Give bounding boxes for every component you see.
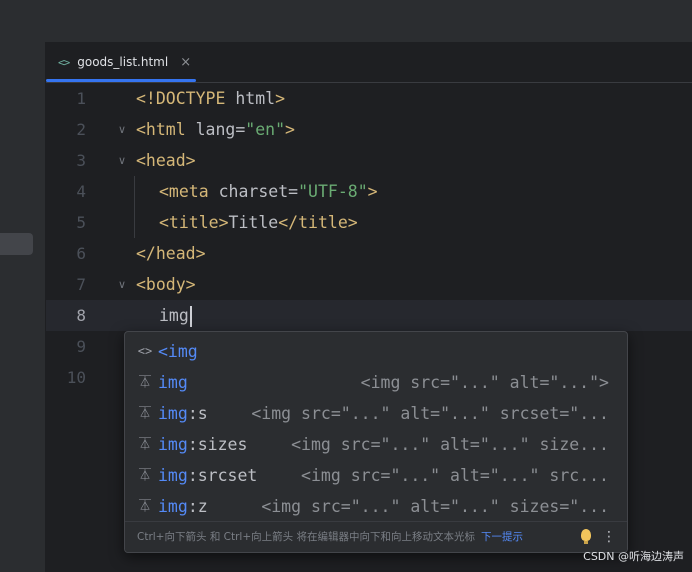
code-text: img — [136, 300, 192, 331]
project-side-panel — [0, 42, 46, 572]
completion-description: <img src="..." alt="..." src... — [301, 466, 609, 485]
watermark: CSDN @听海边涛声 — [583, 550, 684, 563]
live-template-icon: ⏄ — [138, 468, 151, 482]
completion-description: <img src="..." alt="..." size... — [291, 435, 609, 454]
completion-item[interactable]: ⏄ img <img src="..." alt="..."> — [125, 367, 627, 398]
hint-text: Ctrl+向下箭头 和 Ctrl+向上箭头 将在编辑器中向下和向上移动文本光标下… — [137, 531, 523, 543]
code-line-5[interactable]: 5 <title>Title</title> — [46, 207, 692, 238]
completion-hint-bar: Ctrl+向下箭头 和 Ctrl+向上箭头 将在编辑器中向下和向上移动文本光标下… — [125, 521, 627, 552]
fold-chevron-icon[interactable]: ∨ — [116, 269, 128, 300]
line-number: 7 — [76, 275, 86, 294]
line-number: 9 — [76, 337, 86, 356]
completion-label: img:sizes — [158, 435, 248, 454]
line-number: 2 — [76, 120, 86, 139]
active-tab-indicator — [46, 79, 196, 82]
completion-item[interactable]: <> <img — [125, 336, 627, 367]
live-template-icon: ⏄ — [138, 437, 151, 451]
code-text: <title>Title</title> — [159, 213, 358, 232]
live-template-icon: ⏄ — [138, 375, 151, 389]
code-line-3[interactable]: 3 ∨ <head> — [46, 145, 692, 176]
completion-item[interactable]: ⏄ img:z <img src="..." alt="..." sizes="… — [125, 491, 627, 522]
line-number: 10 — [66, 368, 86, 387]
code-text: <html lang="en"> — [136, 120, 295, 139]
completion-label: img — [158, 373, 188, 392]
line-number: 1 — [76, 89, 86, 108]
completion-label: img:s — [158, 404, 208, 423]
line-number: 6 — [76, 244, 86, 263]
tab-goods-list-html[interactable]: <> goods_list.html × — [46, 42, 196, 82]
tab-label: goods_list.html — [77, 55, 169, 69]
code-line-4[interactable]: 4 <meta charset="UTF-8"> — [46, 176, 692, 207]
code-text: <!DOCTYPE html> — [136, 89, 286, 108]
completion-item[interactable]: ⏄ img:sizes <img src="..." alt="..." siz… — [125, 429, 627, 460]
code-line-2[interactable]: 2 ∨ <html lang="en"> — [46, 114, 692, 145]
live-template-icon: ⏄ — [138, 406, 151, 420]
completion-label: img:z — [158, 497, 208, 516]
fold-chevron-icon[interactable]: ∨ — [116, 114, 128, 145]
line-number: 5 — [76, 213, 86, 232]
html-tag-icon: <> — [137, 344, 153, 358]
close-icon[interactable]: × — [180, 55, 191, 70]
code-line-1[interactable]: 1 <!DOCTYPE html> — [46, 83, 692, 114]
line-number: 8 — [76, 306, 86, 325]
code-text: <body> — [136, 275, 196, 294]
code-completion-popup: <> <img ⏄ img <img src="..." alt="..."> … — [124, 331, 628, 553]
lightbulb-icon[interactable] — [581, 529, 591, 544]
html-file-icon: <> — [58, 55, 70, 69]
live-template-icon: ⏄ — [138, 499, 151, 513]
code-text: <meta charset="UTF-8"> — [159, 182, 378, 201]
completion-label: img:srcset — [158, 466, 258, 485]
fold-chevron-icon[interactable]: ∨ — [116, 145, 128, 176]
completion-description: <img src="..." alt="..." sizes="... — [261, 497, 609, 516]
completion-item[interactable]: ⏄ img:srcset <img src="..." alt="..." sr… — [125, 460, 627, 491]
text-caret — [189, 306, 192, 327]
completion-item[interactable]: ⏄ img:s <img src="..." alt="..." srcset=… — [125, 398, 627, 429]
line-number: 3 — [76, 151, 86, 170]
editor-tab-bar: <> goods_list.html × — [46, 42, 692, 83]
code-text: </head> — [136, 244, 206, 263]
code-line-8[interactable]: 8 img — [46, 300, 692, 331]
code-line-7[interactable]: 7 ∨ <body> — [46, 269, 692, 300]
completion-label: <img — [158, 342, 198, 361]
completion-description: <img src="..." alt="..."> — [360, 373, 609, 392]
line-number: 4 — [76, 182, 86, 201]
title-bar — [0, 0, 692, 43]
code-line-6[interactable]: 6 </head> — [46, 238, 692, 269]
code-text: <head> — [136, 151, 196, 170]
completion-description: <img src="..." alt="..." srcset="... — [251, 404, 609, 423]
next-tip-link[interactable]: 下一提示 — [481, 531, 523, 543]
side-panel-selection[interactable] — [0, 233, 33, 255]
